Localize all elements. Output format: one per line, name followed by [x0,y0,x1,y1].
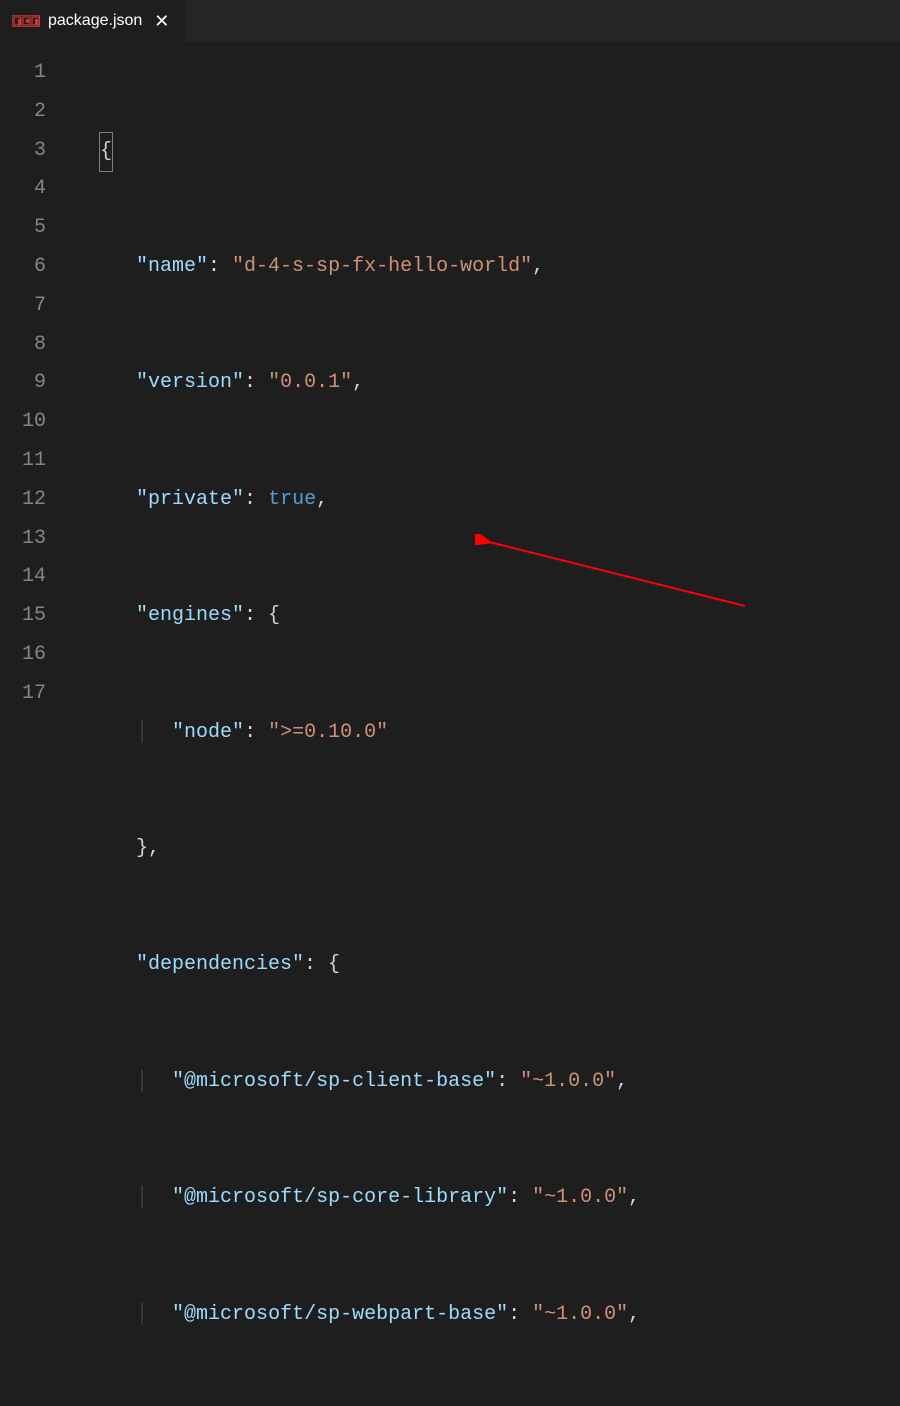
line-number: 17 [0,675,70,714]
json-value: "0.0.1" [268,371,352,394]
json-key: "node" [172,721,244,744]
json-value: "~1.0.0" [520,1070,616,1093]
line-number: 16 [0,636,70,675]
json-value: "~1.0.0" [532,1303,628,1326]
line-number: 9 [0,364,70,403]
line-number: 7 [0,287,70,326]
line-number: 6 [0,248,70,287]
editor-pane[interactable]: 1 2 3 4 5 6 7 8 9 10 11 12 13 14 15 16 1… [0,42,900,703]
code-line[interactable]: }, [70,830,900,869]
tab-filename: package.json [48,12,142,30]
json-value: ">=0.10.0" [268,721,388,744]
line-number: 11 [0,442,70,481]
line-number: 12 [0,481,70,520]
code-line[interactable]: "version": "0.0.1", [70,364,900,403]
line-number: 1 [0,54,70,93]
json-key: "engines" [136,604,244,627]
json-key: "@microsoft/sp-client-base" [172,1070,496,1093]
code-line[interactable]: "private": true, [70,481,900,520]
json-value: "~1.0.0" [532,1186,628,1209]
json-value: "d-4-s-sp-fx-hello-world" [232,255,532,278]
close-icon[interactable]: ✕ [150,11,173,32]
code-line[interactable]: "engines": { [70,597,900,636]
code-line[interactable]: "dependencies": { [70,946,900,985]
tab-bar: package.json ✕ [0,0,900,42]
line-number: 4 [0,170,70,209]
line-number: 14 [0,558,70,597]
line-number: 13 [0,520,70,559]
code-line[interactable]: │ "@microsoft/sp-client-base": "~1.0.0", [70,1063,900,1102]
code-line[interactable]: { [70,132,900,171]
line-number: 15 [0,597,70,636]
line-number: 3 [0,132,70,171]
json-key: "name" [136,255,208,278]
line-number: 2 [0,93,70,132]
code-line[interactable]: │ "node": ">=0.10.0" [70,714,900,753]
code-line[interactable]: "name": "d-4-s-sp-fx-hello-world", [70,248,900,287]
npm-icon [12,14,40,28]
code-line[interactable]: │ "@microsoft/sp-webpart-base": "~1.0.0"… [70,1296,900,1335]
file-tab[interactable]: package.json ✕ [0,0,186,42]
json-key: "dependencies" [136,953,304,976]
json-key: "version" [136,371,244,394]
json-key: "@microsoft/sp-webpart-base" [172,1303,508,1326]
json-key: "private" [136,488,244,511]
code-line[interactable]: │ "@microsoft/sp-core-library": "~1.0.0"… [70,1179,900,1218]
json-key: "@microsoft/sp-core-library" [172,1186,508,1209]
line-number: 8 [0,326,70,365]
json-value: true [268,488,316,511]
line-number: 10 [0,403,70,442]
line-number-gutter: 1 2 3 4 5 6 7 8 9 10 11 12 13 14 15 16 1… [0,42,70,703]
line-number: 5 [0,209,70,248]
code-content[interactable]: { "name": "d-4-s-sp-fx-hello-world", "ve… [70,42,900,703]
